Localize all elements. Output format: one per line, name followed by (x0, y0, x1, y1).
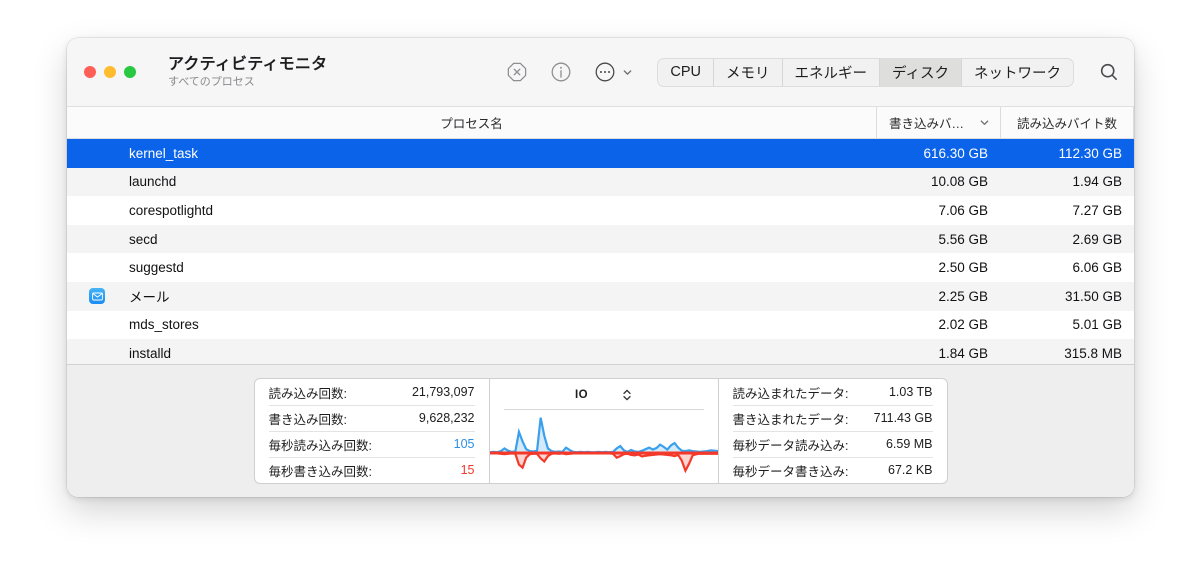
quit-process-icon[interactable] (506, 61, 528, 83)
column-label-bytes-read: 読み込みバイト数 (1016, 117, 1117, 131)
process-name: kernel_task (129, 145, 199, 161)
table-row[interactable]: kernel_task 616.30 GB 112.30 GB (67, 139, 1134, 168)
window-title: アクティビティモニタ (168, 55, 328, 73)
bytes-read-value: 6.06 GB (1072, 260, 1122, 276)
stat-row: 毎秒書き込み回数: 15 (269, 458, 475, 483)
process-name: secd (129, 231, 158, 247)
bytes-read-value: 315.8 MB (1064, 345, 1122, 361)
process-name: mds_stores (129, 317, 199, 333)
close-button[interactable] (84, 66, 96, 78)
column-header-bytes-written[interactable]: 書き込みバ… (876, 107, 1000, 138)
table-row[interactable]: launchd 10.08 GB 1.94 GB (67, 167, 1134, 197)
io-graph-panel: IO (488, 379, 719, 483)
stat-value: 711.43 GB (873, 411, 933, 425)
tab-network[interactable]: ネットワーク (962, 59, 1073, 86)
bytes-written-value: 7.06 GB (938, 202, 988, 218)
tab-cpu[interactable]: CPU (658, 58, 714, 86)
statistics-panel-group: 読み込み回数: 21,793,097 書き込み回数: 9,628,232 毎秒読… (253, 378, 948, 484)
table-row[interactable]: installd 1.84 GB 315.8 MB (67, 339, 1134, 364)
window-titlebar: アクティビティモニタ すべてのプロセス CPU メモリ エネルギー ディスク ネ… (67, 38, 1134, 107)
stat-row: 書き込み回数: 9,628,232 (268, 406, 475, 432)
row-icon-slot (67, 288, 113, 305)
more-options-button[interactable] (594, 61, 633, 83)
stat-row: 読み込まれたデータ: 1.03 TB (732, 380, 933, 406)
table-row[interactable]: mds_stores 2.02 GB 5.01 GB (67, 310, 1134, 340)
activity-monitor-window: アクティビティモニタ すべてのプロセス CPU メモリ エネルギー ディスク ネ… (67, 38, 1134, 497)
stat-value: 67.2 KB (888, 463, 933, 477)
io-graph-header: IO (490, 385, 718, 405)
view-tabs[interactable]: CPU メモリ エネルギー ディスク ネットワーク (657, 57, 1074, 87)
disk-statistics-footer: 読み込み回数: 21,793,097 書き込み回数: 9,628,232 毎秒読… (67, 364, 1134, 497)
window-subtitle: すべてのプロセス (168, 76, 255, 88)
io-graph-svg (489, 410, 718, 483)
bytes-read-value: 7.27 GB (1072, 202, 1122, 218)
io-graph-title: IO (575, 389, 588, 401)
bytes-written-value: 2.02 GB (938, 317, 988, 333)
table-row[interactable]: suggestd 2.50 GB 6.06 GB (67, 253, 1134, 282)
stat-row: 読み込み回数: 21,793,097 (268, 380, 475, 406)
stat-row: 毎秒読み込み回数: 105 (268, 432, 475, 458)
table-column-header: プロセス名 書き込みバ… 読み込みバイト数 (67, 107, 1134, 139)
stat-value: 9,628,232 (418, 411, 475, 425)
inspect-info-icon[interactable] (550, 61, 572, 83)
search-button[interactable] (1074, 61, 1120, 83)
table-row[interactable]: メール 2.25 GB 31.50 GB (67, 281, 1134, 311)
stat-label: 書き込まれたデータ: (732, 412, 849, 427)
toolbar-icon-group (506, 61, 633, 83)
bytes-written-value: 2.25 GB (938, 288, 988, 304)
stat-label: 読み込み回数: (268, 386, 347, 401)
column-header-bytes-read[interactable]: 読み込みバイト数 (1000, 107, 1134, 138)
process-name: corespotlightd (129, 202, 214, 218)
process-table[interactable]: kernel_task 616.30 GB 112.30 GB launchd … (67, 139, 1134, 364)
stat-label: 書き込み回数: (268, 412, 347, 427)
stat-label: 毎秒データ読み込み: (732, 438, 849, 453)
io-graph-plot (489, 410, 718, 483)
stat-label: 読み込まれたデータ: (732, 386, 849, 401)
bytes-written-value: 2.50 GB (938, 260, 988, 276)
bytes-written-value: 1.84 GB (938, 345, 988, 361)
bytes-read-value: 5.01 GB (1072, 317, 1122, 333)
bytes-read-value: 112.30 GB (1058, 145, 1122, 161)
process-name: launchd (129, 174, 177, 190)
up-down-stepper-icon[interactable] (622, 388, 632, 402)
chevron-down-icon (980, 120, 989, 125)
title-block: アクティビティモニタ すべてのプロセス (168, 55, 327, 89)
traffic-light-buttons (84, 66, 136, 78)
table-row[interactable]: secd 5.56 GB 2.69 GB (67, 224, 1134, 254)
bytes-read-value: 2.69 GB (1072, 231, 1122, 247)
process-name: メール (129, 290, 170, 306)
chevron-down-icon (623, 69, 632, 75)
tab-memory[interactable]: メモリ (714, 58, 783, 86)
column-label-bytes-written: 書き込みバ… (889, 117, 965, 131)
bytes-written-value: 10.08 GB (930, 174, 988, 190)
stat-row: 書き込まれたデータ: 711.43 GB (732, 406, 933, 432)
zoom-button[interactable] (124, 66, 136, 78)
stat-row: 毎秒データ書き込み: 67.2 KB (733, 458, 933, 483)
stat-value: 21,793,097 (411, 385, 475, 399)
bytes-written-value: 616.30 GB (923, 145, 988, 161)
column-label-process-name: プロセス名 (440, 117, 503, 131)
bytes-written-value: 5.56 GB (938, 231, 988, 247)
io-data-panel: 読み込まれたデータ: 1.03 TB 書き込まれたデータ: 711.43 GB … (719, 379, 947, 483)
stat-value: 105 (453, 437, 475, 451)
stat-label: 毎秒書き込み回数: (268, 464, 372, 479)
stat-value: 1.03 TB (888, 385, 933, 399)
mail-app-icon (89, 288, 105, 305)
stat-label: 毎秒データ書き込み: (732, 464, 849, 479)
tab-disk[interactable]: ディスク (880, 58, 962, 86)
process-name: suggestd (129, 260, 184, 276)
process-name: installd (129, 345, 172, 361)
stat-row: 毎秒データ読み込み: 6.59 MB (732, 432, 933, 458)
io-counts-panel: 読み込み回数: 21,793,097 書き込み回数: 9,628,232 毎秒読… (255, 379, 489, 483)
column-header-process-name[interactable]: プロセス名 (67, 107, 876, 138)
tab-energy[interactable]: エネルギー (783, 58, 880, 86)
minimize-button[interactable] (104, 66, 116, 78)
stat-value: 15 (460, 463, 475, 477)
table-row[interactable]: corespotlightd 7.06 GB 7.27 GB (67, 196, 1134, 225)
stat-value: 6.59 MB (885, 437, 933, 451)
bytes-read-value: 31.50 GB (1064, 288, 1122, 304)
stat-label: 毎秒読み込み回数: (268, 438, 372, 453)
bytes-read-value: 1.94 GB (1072, 174, 1122, 190)
